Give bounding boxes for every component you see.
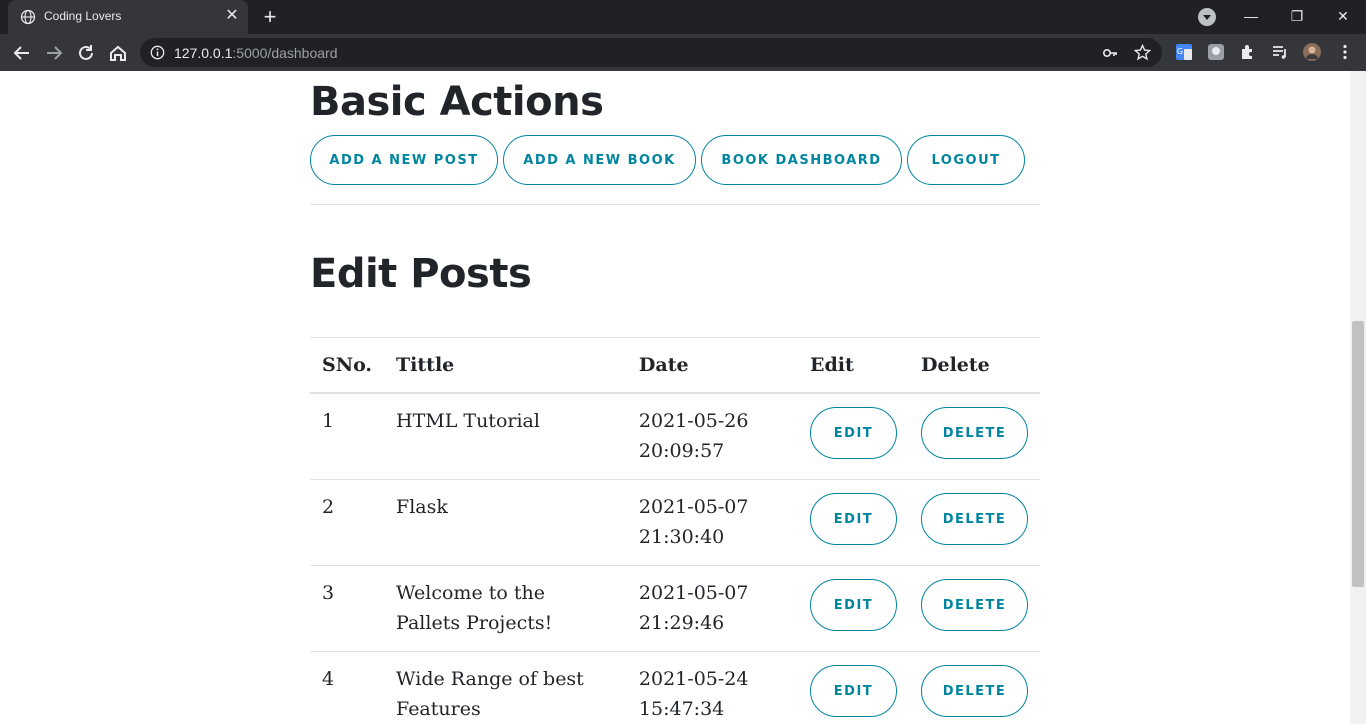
tab-search-icon[interactable] — [1198, 8, 1216, 26]
cell-date: 2021-05-26 20:09:57 — [626, 392, 798, 480]
table-row: 4 Wide Range of best Features 2021-05-24… — [310, 651, 1040, 724]
cell-sno: 4 — [310, 651, 385, 724]
posts-table: SNo. Tittle Date Edit Delete 1 HTML Tuto… — [310, 337, 1040, 724]
globe-icon — [20, 9, 36, 25]
address-bar[interactable]: 127.0.0.1:5000/dashboard — [140, 38, 1162, 67]
header-title: Tittle — [384, 337, 627, 394]
home-icon[interactable] — [107, 42, 129, 64]
profile-avatar-icon[interactable] — [1303, 43, 1321, 61]
reload-icon[interactable] — [75, 42, 97, 64]
cell-date: 2021-05-07 21:29:46 — [626, 565, 798, 652]
delete-button[interactable]: DELETE — [921, 493, 1028, 545]
window-close-icon[interactable]: ✕ — [1333, 6, 1353, 26]
url-path: :5000/dashboard — [232, 45, 338, 61]
browser-tab[interactable]: Coding Lovers ✕ — [8, 0, 248, 34]
basic-actions-heading: Basic Actions — [310, 79, 604, 125]
new-tab-icon[interactable]: + — [260, 6, 280, 28]
google-translate-icon[interactable]: G — [1175, 43, 1193, 61]
key-icon[interactable] — [1102, 45, 1118, 61]
minimize-icon[interactable]: — — [1241, 6, 1261, 26]
table-row: 3 Welcome to the Pallets Projects! 2021-… — [310, 565, 1040, 652]
table-header-row: SNo. Tittle Date Edit Delete — [310, 337, 1040, 394]
restore-icon[interactable]: ❐ — [1287, 6, 1307, 26]
edit-button[interactable]: EDIT — [809, 493, 897, 545]
extension-icon[interactable] — [1207, 43, 1225, 61]
cell-edit: EDIT — [797, 651, 909, 724]
header-delete: Delete — [909, 337, 1040, 394]
cell-date: 2021-05-07 21:30:40 — [626, 479, 798, 566]
cell-delete: DELETE — [909, 392, 1040, 480]
edit-button[interactable]: EDIT — [809, 579, 897, 631]
edit-button[interactable]: EDIT — [809, 407, 897, 459]
cell-delete: DELETE — [909, 565, 1040, 652]
scrollbar-thumb[interactable] — [1352, 321, 1364, 587]
cell-edit: EDIT — [797, 565, 909, 652]
cell-edit: EDIT — [797, 479, 909, 566]
delete-button[interactable]: DELETE — [921, 665, 1028, 717]
cell-sno: 2 — [310, 479, 385, 566]
header-date: Date — [626, 337, 798, 394]
header-edit: Edit — [797, 337, 909, 394]
page-scrollbar[interactable] — [1350, 71, 1366, 724]
divider — [310, 204, 1040, 205]
forward-arrow-icon[interactable] — [43, 42, 65, 64]
tab-title: Coding Lovers — [44, 9, 122, 23]
info-icon[interactable] — [150, 45, 165, 60]
back-arrow-icon[interactable] — [11, 42, 33, 64]
table-row: 2 Flask 2021-05-07 21:30:40 EDIT DELETE — [310, 479, 1040, 566]
edit-button[interactable]: EDIT — [809, 665, 897, 717]
cell-title: Flask — [384, 479, 627, 566]
cell-date: 2021-05-24 15:47:34 — [626, 651, 798, 724]
cell-delete: DELETE — [909, 651, 1040, 724]
svg-text:G: G — [1177, 47, 1183, 56]
edit-posts-heading: Edit Posts — [310, 251, 532, 297]
table-row: 1 HTML Tutorial 2021-05-26 20:09:57 EDIT… — [310, 392, 1040, 480]
browser-titlebar: Coding Lovers ✕ + — ❐ ✕ — [0, 0, 1366, 34]
cell-sno: 3 — [310, 565, 385, 652]
browser-toolbar: 127.0.0.1:5000/dashboard G — [0, 34, 1366, 71]
cell-title: Welcome to the Pallets Projects! — [384, 565, 627, 652]
url-text: 127.0.0.1:5000/dashboard — [174, 45, 337, 61]
page-viewport: Basic Actions ADD A NEW POST ADD A NEW B… — [0, 71, 1350, 724]
book-dashboard-button[interactable]: BOOK DASHBOARD — [701, 135, 902, 185]
cell-delete: DELETE — [909, 479, 1040, 566]
url-host: 127.0.0.1 — [174, 45, 233, 61]
header-sno: SNo. — [310, 337, 385, 394]
add-new-book-button[interactable]: ADD A NEW BOOK — [503, 135, 696, 185]
extensions-puzzle-icon[interactable] — [1239, 43, 1257, 61]
cell-title: HTML Tutorial — [384, 392, 627, 480]
cell-title: Wide Range of best Features — [384, 651, 627, 724]
menu-kebab-icon[interactable] — [1336, 43, 1354, 61]
cell-edit: EDIT — [797, 392, 909, 480]
delete-button[interactable]: DELETE — [921, 579, 1028, 631]
bookmark-star-icon[interactable] — [1134, 44, 1151, 61]
cell-sno: 1 — [310, 392, 385, 480]
delete-button[interactable]: DELETE — [921, 407, 1028, 459]
media-queue-icon[interactable] — [1271, 43, 1289, 61]
logout-button[interactable]: LOGOUT — [907, 135, 1025, 185]
close-tab-icon[interactable]: ✕ — [224, 8, 240, 24]
add-new-post-button[interactable]: ADD A NEW POST — [310, 135, 498, 185]
